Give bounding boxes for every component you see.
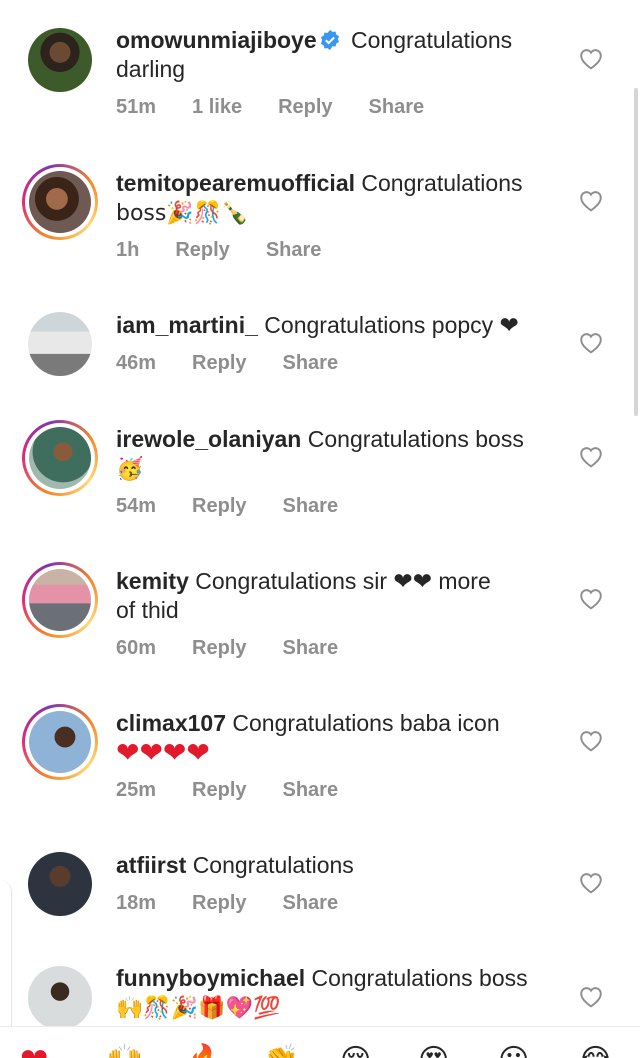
heart-outline-icon[interactable]	[578, 870, 604, 894]
share-button[interactable]: Share	[369, 96, 425, 119]
comment-text: Congratulations baba icon	[232, 710, 500, 736]
comment-time: 25m	[116, 779, 157, 801]
heart-outline-icon[interactable]	[578, 188, 604, 212]
comment-time: 60m	[116, 637, 157, 659]
comment-time: 54m	[116, 495, 157, 517]
comment-likes[interactable]: 1 like	[192, 96, 242, 119]
comment-time: 51m	[116, 96, 157, 118]
reply-button[interactable]: Reply	[192, 779, 246, 802]
heart-outline-icon[interactable]	[578, 728, 604, 752]
scrollbar[interactable]	[634, 88, 638, 416]
reply-button[interactable]: Reply	[192, 495, 246, 518]
reply-button[interactable]: Reply	[175, 239, 229, 262]
comment-text: Congratulations	[351, 27, 513, 53]
comment-time: 46m	[116, 352, 157, 374]
comment-text: darling	[116, 56, 186, 82]
avatar[interactable]	[28, 28, 92, 92]
comment-text: Congratulations boss	[311, 965, 528, 991]
comment-username[interactable]: kemity	[116, 568, 189, 594]
emoji-raised-hands-button[interactable]: 🙌	[106, 1041, 143, 1058]
emoji-fire-button[interactable]: 🔥	[186, 1041, 223, 1058]
comment-time: 1h	[116, 239, 140, 261]
reply-button[interactable]: Reply	[278, 96, 332, 119]
comment-username[interactable]: iam_martini_	[116, 312, 258, 338]
comment-text: 🙌🎊🎉🎁💖💯	[116, 996, 281, 1021]
emoji-reaction-bar: ❤ 🙌 🔥 👏 😢 😍 😮 😂	[0, 1026, 640, 1058]
avatar[interactable]	[28, 966, 92, 1030]
comment-username[interactable]: irewole_olaniyan	[116, 426, 301, 452]
avatar[interactable]	[22, 704, 98, 780]
emoji-surprised-button[interactable]: 😮	[498, 1041, 529, 1058]
reply-button[interactable]: Reply	[192, 352, 246, 375]
verified-badge-icon	[320, 29, 339, 51]
emoji-laughing-button[interactable]: 😂	[578, 1041, 613, 1058]
comment-text: Congratulations sir ❤❤ more	[195, 568, 491, 594]
avatar[interactable]	[22, 164, 98, 240]
heart-outline-icon[interactable]	[578, 586, 604, 610]
reply-button[interactable]: Reply	[192, 637, 246, 660]
comment-text: Congratulations boss	[307, 426, 524, 452]
avatar[interactable]	[22, 562, 98, 638]
comment-text: boss🎉🎊🍾	[116, 201, 249, 226]
comment-text: ❤❤❤❤	[116, 737, 210, 768]
comment-username[interactable]: climax107	[116, 710, 226, 736]
comment-username[interactable]: atfiirst	[116, 852, 186, 878]
heart-outline-icon[interactable]	[578, 444, 604, 468]
emoji-clap-button[interactable]: 👏	[262, 1041, 299, 1058]
heart-outline-icon[interactable]	[578, 46, 604, 70]
avatar[interactable]	[22, 420, 98, 496]
share-button[interactable]: Share	[283, 352, 339, 375]
comment-username[interactable]: omowunmiajiboye	[116, 27, 317, 53]
comment-username[interactable]: temitopearemuofficial	[116, 170, 355, 196]
comment-text: Congratulations	[192, 852, 354, 878]
comment-username[interactable]: funnyboymichael	[116, 965, 305, 991]
avatar[interactable]	[28, 852, 92, 916]
comment-text: 🥳	[116, 457, 144, 482]
emoji-heart-button[interactable]: ❤	[20, 1041, 49, 1058]
heart-outline-icon[interactable]	[578, 330, 604, 354]
avatar[interactable]	[28, 312, 92, 376]
comment-text: of thid	[116, 597, 179, 623]
share-button[interactable]: Share	[283, 779, 339, 802]
heart-outline-icon[interactable]	[578, 984, 604, 1008]
comment-text: Congratulations popcy ❤	[264, 312, 519, 338]
share-button[interactable]: Share	[266, 239, 322, 262]
emoji-crying-button[interactable]: 😢	[340, 1041, 371, 1058]
reply-button[interactable]: Reply	[192, 892, 246, 915]
comment-time: 18m	[116, 892, 157, 914]
comment-text: Congratulations	[361, 170, 523, 196]
share-button[interactable]: Share	[283, 495, 339, 518]
emoji-heart-eyes-button[interactable]: 😍	[418, 1041, 449, 1058]
share-button[interactable]: Share	[283, 637, 339, 660]
share-button[interactable]: Share	[283, 892, 339, 915]
